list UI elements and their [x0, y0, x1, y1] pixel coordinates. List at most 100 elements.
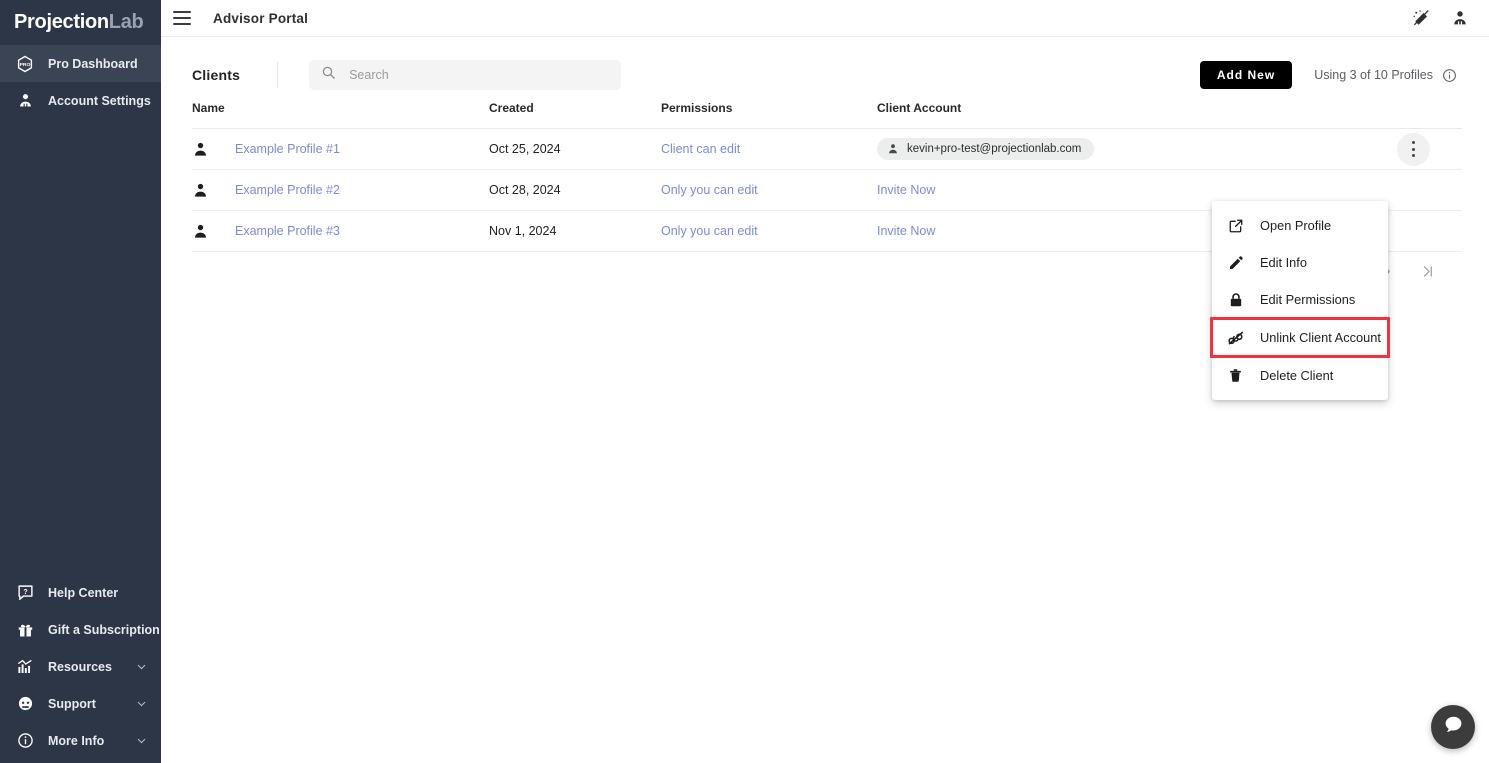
- svg-text:?: ?: [23, 588, 27, 596]
- client-name-link[interactable]: Example Profile #1: [235, 142, 340, 156]
- info-icon[interactable]: [1442, 68, 1457, 83]
- table-row[interactable]: Example Profile #1 Oct 25, 2024 Client c…: [192, 129, 1462, 170]
- menu-item-open-profile[interactable]: Open Profile: [1212, 207, 1388, 244]
- open-external-icon: [1226, 218, 1245, 234]
- chart-bars-icon: [15, 657, 35, 677]
- column-header-created: Created: [489, 101, 661, 129]
- client-account-chip: kevin+pro-test@projectionlab.com: [877, 138, 1094, 160]
- search-field[interactable]: [309, 60, 621, 90]
- unlink-icon: [1226, 329, 1245, 347]
- table-header-row: Name Created Permissions Client Account: [192, 101, 1462, 129]
- menu-item-delete-client[interactable]: Delete Client: [1212, 357, 1388, 394]
- info-circle-icon: [15, 731, 35, 751]
- client-account-email: kevin+pro-test@projectionlab.com: [907, 143, 1081, 155]
- search-icon: [321, 65, 347, 85]
- menu-item-label: Edit Permissions: [1260, 292, 1355, 307]
- avatar: [192, 223, 211, 240]
- account-icon[interactable]: [1451, 9, 1469, 27]
- menu-item-label: Edit Info: [1260, 255, 1307, 270]
- menu-item-label: Unlink Client Account: [1260, 330, 1381, 345]
- row-actions-menu-button[interactable]: [1397, 133, 1430, 166]
- sidebar-item-support[interactable]: Support: [0, 685, 161, 722]
- chat-bubble-icon: [1443, 714, 1464, 740]
- help-question-icon: ?: [15, 583, 35, 603]
- gift-icon: [15, 620, 35, 640]
- cell-name: Example Profile #2: [192, 170, 489, 211]
- column-header-permissions: Permissions: [661, 101, 877, 129]
- client-name-link[interactable]: Example Profile #2: [235, 183, 340, 197]
- trash-icon: [1226, 368, 1245, 383]
- main-content: Advisor Portal: [161, 0, 1489, 763]
- support-chat-icon: [15, 694, 35, 714]
- sidebar-item-label: Help Center: [48, 586, 118, 600]
- cell-permissions: Only you can edit: [661, 211, 877, 252]
- menu-item-label: Delete Client: [1260, 368, 1333, 383]
- cell-permissions: Client can edit: [661, 129, 877, 170]
- sidebar-nav-top: PRO Pro Dashboard Account Settings: [0, 45, 161, 119]
- svg-text:PRO: PRO: [20, 61, 31, 67]
- cell-name: Example Profile #1: [192, 129, 489, 170]
- profile-usage-group: Using 3 of 10 Profiles: [1314, 68, 1457, 83]
- permissions-link[interactable]: Only you can edit: [661, 224, 758, 238]
- add-new-button[interactable]: Add New: [1200, 61, 1292, 89]
- sidebar-item-label: More Info: [48, 734, 104, 748]
- sidebar-item-label: Support: [48, 697, 96, 711]
- magic-wand-icon[interactable]: [1412, 9, 1431, 28]
- pro-badge-icon: PRO: [15, 54, 35, 74]
- invite-now-link[interactable]: Invite Now: [877, 224, 935, 238]
- menu-item-unlink-client-account[interactable]: Unlink Client Account: [1212, 319, 1388, 356]
- sidebar-item-account-settings[interactable]: Account Settings: [0, 82, 161, 119]
- chevron-down-icon[interactable]: [136, 735, 147, 746]
- person-icon: [887, 143, 899, 155]
- sidebar-item-label: Pro Dashboard: [48, 57, 138, 71]
- pencil-icon: [1226, 255, 1245, 271]
- table-head: Name Created Permissions Client Account: [192, 101, 1462, 129]
- lock-icon: [1226, 292, 1245, 308]
- section-title: Clients: [192, 67, 240, 83]
- menu-item-edit-permissions[interactable]: Edit Permissions: [1212, 281, 1388, 318]
- sidebar-item-gift-a-subscription[interactable]: Gift a Subscription: [0, 611, 161, 648]
- toolbar-right-group: Add New Using 3 of 10 Profiles: [1200, 61, 1489, 89]
- logo-text-secondary: Lab: [109, 11, 144, 34]
- column-header-client-account: Client Account: [877, 101, 1332, 129]
- cell-permissions: Only you can edit: [661, 170, 877, 211]
- column-header-actions: [1332, 101, 1462, 129]
- sidebar: ProjectionLab PRO Pro Dashboard Acc: [0, 0, 161, 763]
- permissions-link[interactable]: Client can edit: [661, 142, 740, 156]
- sidebar-item-more-info[interactable]: More Info: [0, 722, 161, 759]
- sidebar-item-label: Resources: [48, 660, 112, 674]
- permissions-link[interactable]: Only you can edit: [661, 183, 758, 197]
- account-settings-icon: [15, 91, 35, 111]
- sidebar-item-resources[interactable]: Resources: [0, 648, 161, 685]
- cell-name: Example Profile #3: [192, 211, 489, 252]
- avatar: [192, 182, 211, 199]
- row-context-menu: Open Profile Edit Info Edit Permissions: [1212, 201, 1388, 400]
- client-name-link[interactable]: Example Profile #3: [235, 224, 340, 238]
- toolbar-divider: [277, 62, 278, 88]
- column-header-name: Name: [192, 101, 489, 129]
- cell-created: Oct 25, 2024: [489, 129, 661, 170]
- last-page-icon[interactable]: [1420, 264, 1435, 279]
- page-title: Advisor Portal: [213, 11, 308, 26]
- top-bar: Advisor Portal: [161, 0, 1489, 37]
- menu-item-label: Open Profile: [1260, 218, 1331, 233]
- invite-now-link[interactable]: Invite Now: [877, 183, 935, 197]
- app-logo[interactable]: ProjectionLab: [0, 4, 161, 41]
- chevron-down-icon[interactable]: [136, 698, 147, 709]
- sidebar-item-pro-dashboard[interactable]: PRO Pro Dashboard: [0, 45, 161, 82]
- profile-usage-text: Using 3 of 10 Profiles: [1314, 68, 1433, 82]
- top-bar-actions: [1412, 9, 1489, 28]
- search-input[interactable]: [347, 67, 609, 83]
- sidebar-item-label: Account Settings: [48, 94, 151, 108]
- sidebar-item-help-center[interactable]: ? Help Center: [0, 574, 161, 611]
- chat-support-button[interactable]: [1431, 705, 1475, 749]
- logo-text-primary: Projection: [14, 11, 109, 34]
- cell-client-account: kevin+pro-test@projectionlab.com: [877, 129, 1332, 170]
- hamburger-icon[interactable]: [173, 7, 195, 29]
- chevron-down-icon[interactable]: [136, 661, 147, 672]
- cell-actions: [1332, 129, 1462, 170]
- chevron-down-icon: [136, 624, 147, 635]
- cell-created: Nov 1, 2024: [489, 211, 661, 252]
- menu-item-edit-info[interactable]: Edit Info: [1212, 244, 1388, 281]
- cell-created: Oct 28, 2024: [489, 170, 661, 211]
